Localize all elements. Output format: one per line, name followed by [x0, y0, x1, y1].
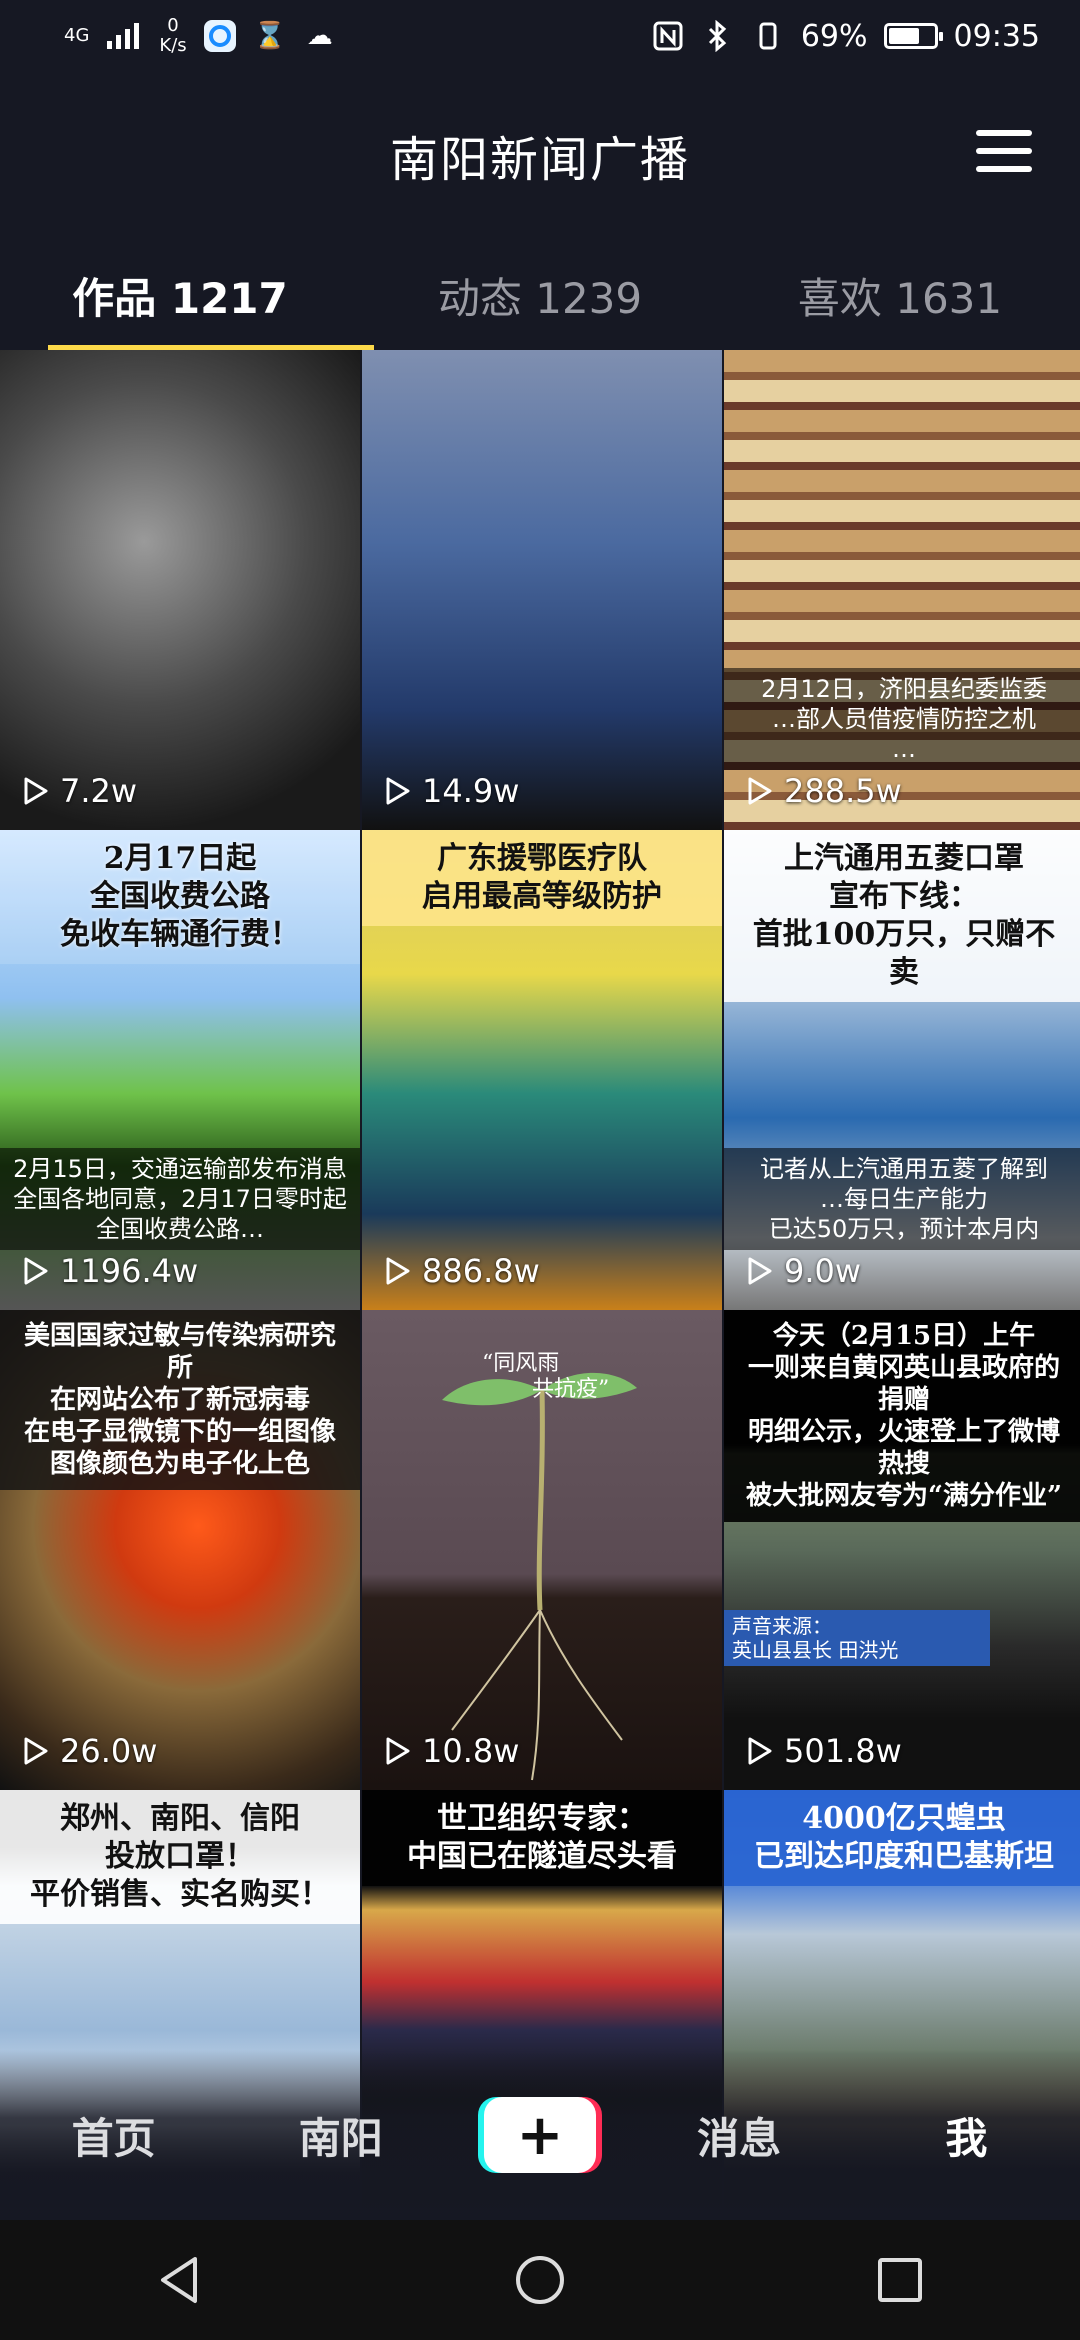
menu-icon: [976, 130, 1032, 136]
play-icon: [748, 1257, 772, 1285]
video-grid: 7.2w 14.9w 2月12日，济阳县纪委监委 …部人员借疫情防控之机 … 2…: [0, 350, 1080, 2270]
view-count-value: 10.8w: [422, 1732, 520, 1770]
video-tile[interactable]: “同风雨 共抗疫” 10.8w: [362, 1310, 722, 1790]
view-count-value: 886.8w: [422, 1252, 540, 1290]
nav-home[interactable]: 首页: [24, 2105, 204, 2166]
tab-works[interactable]: 作品 1217: [0, 240, 374, 350]
view-count: 10.8w: [382, 1732, 519, 1770]
create-button[interactable]: +: [477, 2097, 602, 2173]
battery-percent: 69%: [800, 18, 868, 54]
news-source-label: 声音来源：: [732, 1614, 832, 1638]
recents-button[interactable]: [840, 2230, 960, 2330]
view-count: 1196.4w: [20, 1252, 198, 1290]
video-caption-top: 广东援鄂医疗队 启用最高等级防护: [362, 830, 722, 926]
nfc-icon: [651, 19, 685, 53]
video-tile[interactable]: 广东援鄂医疗队 启用最高等级防护 886.8w: [362, 830, 722, 1310]
play-icon: [24, 1737, 48, 1765]
net-speed-unit: K/s: [159, 35, 187, 56]
video-caption-top: 今天（2月15日）上午 一则来自黄冈英山县政府的捐赠 明细公示，火速登上了微博热…: [724, 1310, 1080, 1522]
video-thumbnail: [362, 350, 722, 830]
cloud-icon: ☁: [306, 21, 333, 51]
status-bar: 4G 0 K/s ⌛ ☁ 69% 09:35: [0, 0, 1080, 72]
nav-me[interactable]: 我: [876, 2105, 1056, 2166]
nav-messages[interactable]: 消息: [649, 2105, 829, 2166]
view-count: 9.0w: [744, 1252, 861, 1290]
view-count-value: 501.8w: [784, 1732, 902, 1770]
video-tile[interactable]: 今天（2月15日）上午 一则来自黄冈英山县政府的捐赠 明细公示，火速登上了微博热…: [724, 1310, 1080, 1790]
sprout-text-left: “同风雨: [482, 1351, 559, 1376]
plus-icon: +: [483, 2097, 596, 2173]
video-caption-top: 4000亿只蝗虫 已到达印度和巴基斯坦: [724, 1790, 1080, 1886]
clock: 09:35: [953, 18, 1040, 54]
video-tile[interactable]: 2月17日起 全国收费公路 免收车辆通行费！ 2月15日，交通运输部发布消息 全…: [0, 830, 360, 1310]
video-tile[interactable]: 美国国家过敏与传染病研究所 在网站公布了新冠病毒 在电子显微镜下的一组图像 图像…: [0, 1310, 360, 1790]
back-button[interactable]: [120, 2230, 240, 2330]
back-icon: [161, 2257, 197, 2303]
video-caption-top: 郑州、南阳、信阳 投放口罩！ 平价销售、实名购买！: [0, 1790, 360, 1924]
bottom-nav: 首页 南阳 + 消息 我: [0, 2050, 1080, 2220]
status-left: 4G 0 K/s ⌛ ☁: [64, 16, 337, 56]
view-count: 501.8w: [744, 1732, 902, 1770]
video-caption-top: 美国国家过敏与传染病研究所 在网站公布了新冠病毒 在电子显微镜下的一组图像 图像…: [0, 1310, 360, 1490]
view-count-value: 288.5w: [784, 772, 902, 810]
app-icon: [203, 19, 237, 53]
bluetooth-icon: [701, 19, 735, 53]
tab-likes[interactable]: 喜欢 1631: [720, 240, 1080, 350]
home-circle-icon: [516, 2256, 564, 2304]
play-icon: [386, 1737, 410, 1765]
vibrate-icon: [751, 19, 785, 53]
page-title: 南阳新闻广播: [389, 132, 690, 188]
video-caption-bottom: 记者从上汽通用五菱了解到 …每日生产能力 已达50万只，预计本月内: [724, 1148, 1080, 1250]
view-count: 14.9w: [382, 772, 519, 810]
view-count-value: 7.2w: [60, 772, 138, 810]
view-count: 7.2w: [20, 772, 137, 810]
video-tile[interactable]: 2月12日，济阳县纪委监委 …部人员借疫情防控之机 … 288.5w: [724, 350, 1080, 830]
video-caption-top: 上汽通用五菱口罩 宣布下线： 首批100万只，只赠不卖: [724, 830, 1080, 1002]
profile-header: 南阳新闻广播: [0, 100, 1080, 210]
menu-button[interactable]: [976, 130, 1032, 174]
recents-square-icon: [878, 2258, 922, 2302]
battery-icon: [883, 23, 943, 49]
view-count: 288.5w: [744, 772, 902, 810]
play-icon: [24, 777, 48, 805]
profile-tabs: 作品 1217 动态 1239 喜欢 1631: [0, 240, 1080, 350]
tab-moments[interactable]: 动态 1239: [360, 240, 720, 350]
video-caption-bottom: 2月12日，济阳县纪委监委 …部人员借疫情防控之机 …: [724, 668, 1080, 770]
view-count-value: 14.9w: [422, 772, 520, 810]
play-icon: [386, 1257, 410, 1285]
news-source-bar: 声音来源： 英山县县长 田洪光: [724, 1610, 990, 1666]
play-icon: [386, 777, 410, 805]
play-icon: [748, 1737, 772, 1765]
video-thumbnail: [0, 350, 360, 830]
view-count-value: 26.0w: [60, 1732, 158, 1770]
video-tile[interactable]: 7.2w: [0, 350, 360, 830]
video-tile[interactable]: 上汽通用五菱口罩 宣布下线： 首批100万只，只赠不卖 记者从上汽通用五菱了解到…: [724, 830, 1080, 1310]
home-button[interactable]: [480, 2230, 600, 2330]
video-caption-bottom: 2月15日，交通运输部发布消息 全国各地同意，2月17日零时起 全国收费公路…: [0, 1148, 360, 1250]
hourglass-icon: ⌛: [253, 21, 286, 51]
play-icon: [748, 777, 772, 805]
play-icon: [24, 1257, 48, 1285]
video-tile[interactable]: 14.9w: [362, 350, 722, 830]
net-speed-value: 0: [167, 15, 179, 36]
view-count-value: 9.0w: [784, 1252, 862, 1290]
net-speed: 0 K/s: [159, 16, 186, 56]
status-right: 69% 09:35: [651, 19, 1040, 54]
sprout-text-right: 共抗疫”: [532, 1377, 609, 1402]
video-caption-top: 2月17日起 全国收费公路 免收车辆通行费！: [0, 830, 360, 964]
view-count: 886.8w: [382, 1252, 540, 1290]
signal-icon: [107, 23, 140, 49]
video-caption-top: 世卫组织专家： 中国已在隧道尽头看: [362, 1790, 722, 1886]
network-type: 4G: [64, 25, 90, 46]
view-count-value: 1196.4w: [60, 1252, 199, 1290]
sprout-illustration: “同风雨 共抗疫”: [442, 1351, 637, 1781]
system-nav-bar: [0, 2220, 1080, 2340]
nav-nanyang[interactable]: 南阳: [251, 2105, 431, 2166]
view-count: 26.0w: [20, 1732, 157, 1770]
news-source-name: 英山县县长 田洪光: [732, 1638, 899, 1662]
